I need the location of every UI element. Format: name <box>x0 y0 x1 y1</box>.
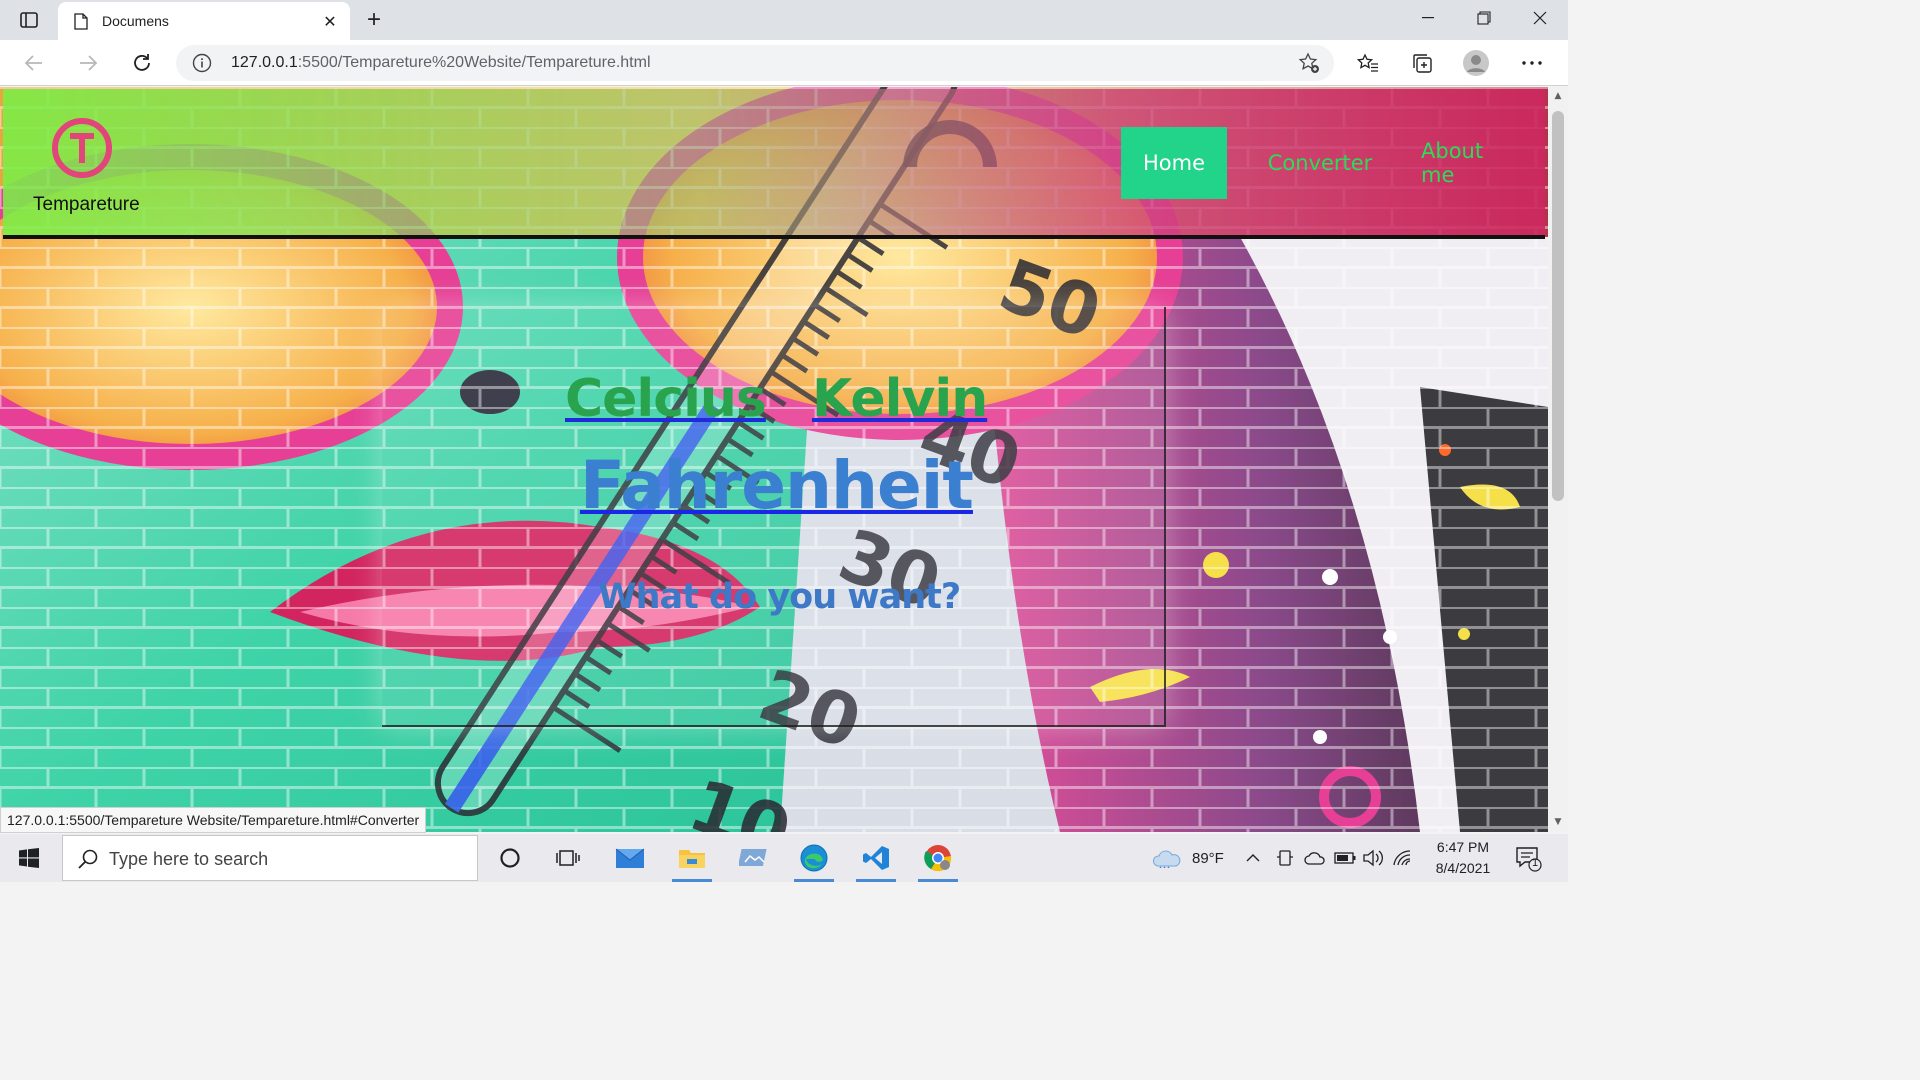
taskbar-search[interactable]: Type here to search <box>62 835 478 881</box>
question-heading: What do you want? <box>598 577 961 617</box>
kelvin-link[interactable]: Kelvin <box>812 369 988 429</box>
url-bar[interactable]: 127.0.0.1:5500/Tempareture%20Website/Tem… <box>176 45 1334 81</box>
cortana-icon[interactable] <box>484 834 536 882</box>
search-placeholder: Type here to search <box>109 849 269 869</box>
close-tab-icon[interactable]: ✕ <box>320 11 340 31</box>
link-status-url: 127.0.0.1:5500/Tempareture Website/Tempa… <box>0 807 427 833</box>
file-explorer-icon[interactable] <box>666 834 718 882</box>
nav-converter[interactable]: Converter <box>1265 127 1375 199</box>
close-window-button[interactable] <box>1512 0 1568 36</box>
weather-cloud-icon <box>1152 850 1181 868</box>
brand-name: Tempareture <box>33 194 140 215</box>
document-icon <box>74 12 88 30</box>
clock-date: 8/4/2021 <box>1435 860 1491 876</box>
favorites-icon[interactable] <box>1354 49 1382 77</box>
task-view-icon[interactable] <box>542 834 594 882</box>
profile-avatar[interactable] <box>1462 49 1490 77</box>
notification-center-icon[interactable]: 1 <box>1514 834 1542 882</box>
taskbar: Type here to search 89°F 6:47 PM 8/4/202… <box>0 834 1568 882</box>
site-info-icon[interactable] <box>192 53 212 73</box>
refresh-button[interactable] <box>126 48 158 78</box>
fahrenheit-link[interactable]: Fahrenheit <box>580 447 974 524</box>
photo-viewer-icon[interactable] <box>728 834 780 882</box>
battery-icon[interactable] <box>1334 834 1356 882</box>
forward-button[interactable] <box>72 48 104 78</box>
page-viewport: 50 40 30 20 10 Tempareture Home Converte… <box>0 87 1548 832</box>
scroll-up-icon[interactable]: ▲ <box>1553 91 1563 101</box>
more-menu-icon[interactable] <box>1518 49 1546 77</box>
weather-widget[interactable]: 89°F <box>1152 834 1224 882</box>
volume-icon[interactable] <box>1362 834 1384 882</box>
tab-title: Documens <box>102 13 169 29</box>
back-button[interactable] <box>18 48 50 78</box>
address-toolbar: 127.0.0.1:5500/Tempareture%20Website/Tem… <box>0 40 1568 86</box>
collections-icon[interactable] <box>1408 49 1436 77</box>
mail-icon[interactable] <box>604 834 656 882</box>
scroll-down-icon[interactable]: ▼ <box>1553 817 1563 827</box>
clock-time: 6:47 PM <box>1436 839 1490 855</box>
notification-count: 1 <box>1531 857 1539 869</box>
scroll-thumb[interactable] <box>1552 111 1564 501</box>
search-icon <box>78 849 98 869</box>
new-tab-button[interactable]: + <box>360 6 388 34</box>
browser-tab[interactable]: Documens ✕ <box>58 2 350 40</box>
browser-tab-strip: Documens ✕ + <box>0 0 1568 40</box>
restore-button[interactable] <box>1456 0 1512 36</box>
page-scrollbar[interactable]: ▲ ▼ <box>1548 87 1568 832</box>
site-header: Tempareture Home Converter About me <box>3 89 1545 239</box>
chrome-icon[interactable] <box>912 834 964 882</box>
system-clock[interactable]: 6:47 PM 8/4/2021 <box>1424 837 1502 879</box>
edge-browser-icon[interactable] <box>788 834 840 882</box>
celsius-link[interactable]: Celcius <box>565 369 767 429</box>
start-button[interactable] <box>0 834 58 882</box>
show-hidden-icons[interactable] <box>1246 834 1260 882</box>
nav-about-me[interactable]: About me <box>1421 127 1521 199</box>
nav-home[interactable]: Home <box>1121 127 1227 199</box>
wifi-icon[interactable] <box>1392 834 1414 882</box>
weather-temp: 89°F <box>1192 849 1224 867</box>
device-icon[interactable] <box>1276 834 1294 882</box>
url-text: 127.0.0.1:5500/Tempareture%20Website/Tem… <box>231 54 651 71</box>
add-favorite-icon[interactable] <box>1298 52 1320 74</box>
minimize-button[interactable] <box>1400 0 1456 36</box>
logo-icon[interactable] <box>51 117 113 179</box>
onedrive-icon[interactable] <box>1304 834 1326 882</box>
vscode-icon[interactable] <box>850 834 902 882</box>
tab-actions-icon[interactable] <box>12 8 46 32</box>
